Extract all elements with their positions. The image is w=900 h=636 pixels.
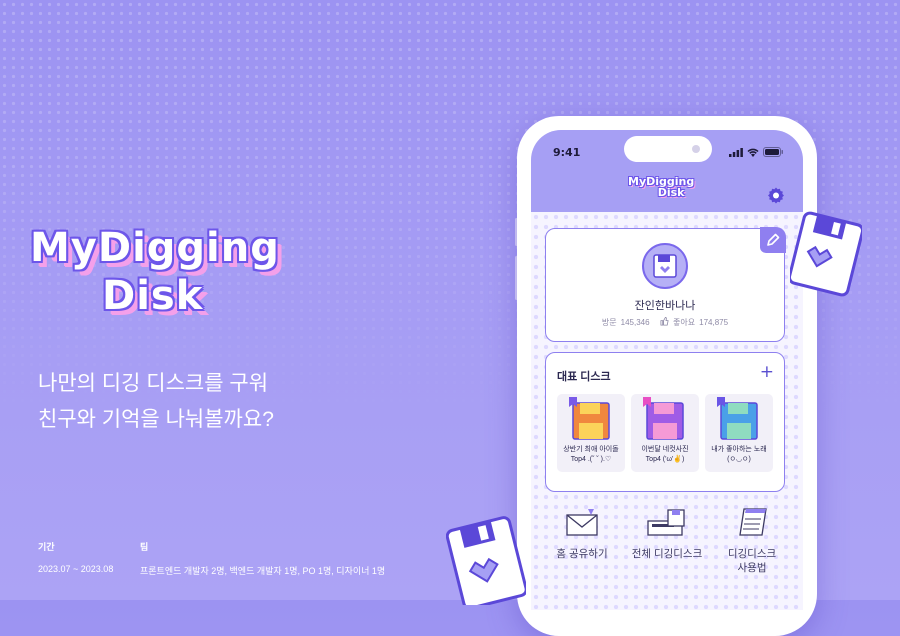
featured-disks-card: 대표 디스크 + 상반기 최애 아이돌 Top4 .(˘ ˘ ).♡ 이번달 네… (545, 352, 785, 492)
team-info: 팀 프론트엔드 개발자 2명, 백엔드 개발자 1명, PO 1명, 디자이너 … (140, 540, 385, 577)
add-disk-button[interactable]: + (760, 362, 774, 382)
menu-all-disks[interactable]: 전체 디깅디스크 (624, 505, 710, 605)
visits-label: 방문 (601, 318, 617, 327)
period-label: 기간 (38, 542, 55, 552)
envelope-icon (566, 509, 598, 536)
settings-icon[interactable] (767, 186, 785, 204)
floppy-disk-icon (717, 397, 758, 440)
disk-label-line-2: Top4 .(˘ ˘ ).♡ (570, 456, 612, 463)
menu-label: 전체 디깅디스크 (631, 548, 703, 560)
likes-count: 174,875 (699, 318, 729, 327)
menu-label: 홈 공유하기 (556, 548, 608, 560)
disk-avatar-icon (653, 254, 677, 278)
floppy-sticker-icon (446, 516, 526, 605)
battery-icon (763, 147, 783, 157)
logo-line-1: MyDigging (30, 225, 280, 271)
camera-dot (692, 145, 700, 153)
featured-title: 대표 디스크 (557, 371, 611, 383)
profile-stats: 방문 145,346 좋아요 174,875 (546, 317, 784, 328)
menu-label: 디깅디스크 사용법 (709, 547, 795, 575)
avatar (642, 243, 688, 289)
dynamic-island (624, 136, 712, 162)
edit-icon (767, 233, 780, 246)
team-label: 팀 (140, 542, 149, 552)
edit-button[interactable] (760, 227, 786, 253)
tagline: 나만의 디깅 디스크를 구워 친구와 기억을 나눠볼까요? (38, 366, 274, 438)
team-value: 프론트엔드 개발자 2명, 백엔드 개발자 1명, PO 1명, 디자이너 1명 (140, 566, 386, 576)
floppy-sticker-icon (790, 211, 862, 297)
tagline-line-1: 나만의 디깅 디스크를 구워 (38, 372, 269, 395)
tagline-line-2: 친구와 기억을 나눠볼까요? (38, 408, 274, 431)
profile-card: 잔인한바나나 방문 145,346 좋아요 174,875 (545, 227, 786, 342)
floppy-disk-icon (569, 397, 610, 440)
disk-label-line-2: Top4 ('ω'✌) (645, 456, 685, 463)
profile-name: 잔인한바나나 (634, 300, 696, 312)
phone-screen: 9:41 MyDigging Disk 잔인한바나나 방문 145,346 좋아… (531, 130, 803, 610)
period-info: 기간 2023.07 ~ 2023.08 (38, 540, 113, 574)
menu-label-line-2: 사용법 (737, 562, 767, 574)
app-logo-line-2: Disk (657, 186, 685, 199)
period-value: 2023.07 ~ 2023.08 (38, 564, 114, 574)
menu-label-line-1: 디깅디스크 (727, 548, 777, 560)
disk-item[interactable]: 이번달 네컷사진 Top4 ('ω'✌) (631, 394, 699, 472)
disk-label: 상반기 최애 아이돌 Top4 .(˘ ˘ ).♡ (557, 445, 625, 465)
visits-count: 145,346 (620, 318, 650, 327)
disk-drive-icon (647, 509, 685, 536)
menu-usage-guide[interactable]: 디깅디스크 사용법 (709, 505, 795, 605)
like-icon (660, 317, 669, 326)
app-header: 9:41 MyDigging Disk (531, 130, 803, 212)
disk-label-line-1: 내가 좋아하는 노래 (711, 446, 767, 453)
floppy-disk-icon (643, 397, 684, 440)
disk-item[interactable]: 상반기 최애 아이돌 Top4 .(˘ ˘ ).♡ (557, 394, 625, 472)
logo-line-2: Disk (102, 273, 204, 319)
disk-label-line-1: 상반기 최애 아이돌 (563, 446, 619, 453)
menu-share-home[interactable]: 홈 공유하기 (539, 505, 625, 605)
disk-label: 내가 좋아하는 노래 (ㅇ◡ㅇ) (705, 445, 773, 465)
disk-label-line-1: 이번달 네컷사진 (641, 446, 689, 453)
signal-icon (729, 147, 743, 157)
likes-label: 좋아요 (673, 318, 696, 327)
notebook-icon (739, 508, 767, 536)
disk-label-line-2: (ㅇ◡ㅇ) (727, 456, 751, 463)
app-logo: MyDigging Disk (628, 176, 694, 198)
disk-item[interactable]: 내가 좋아하는 노래 (ㅇ◡ㅇ) (705, 394, 773, 472)
status-icons (729, 147, 783, 157)
brand-logo: MyDigging Disk (30, 225, 280, 325)
wifi-icon (747, 148, 759, 157)
disk-label: 이번달 네컷사진 Top4 ('ω'✌) (631, 445, 699, 465)
status-time: 9:41 (553, 146, 581, 159)
